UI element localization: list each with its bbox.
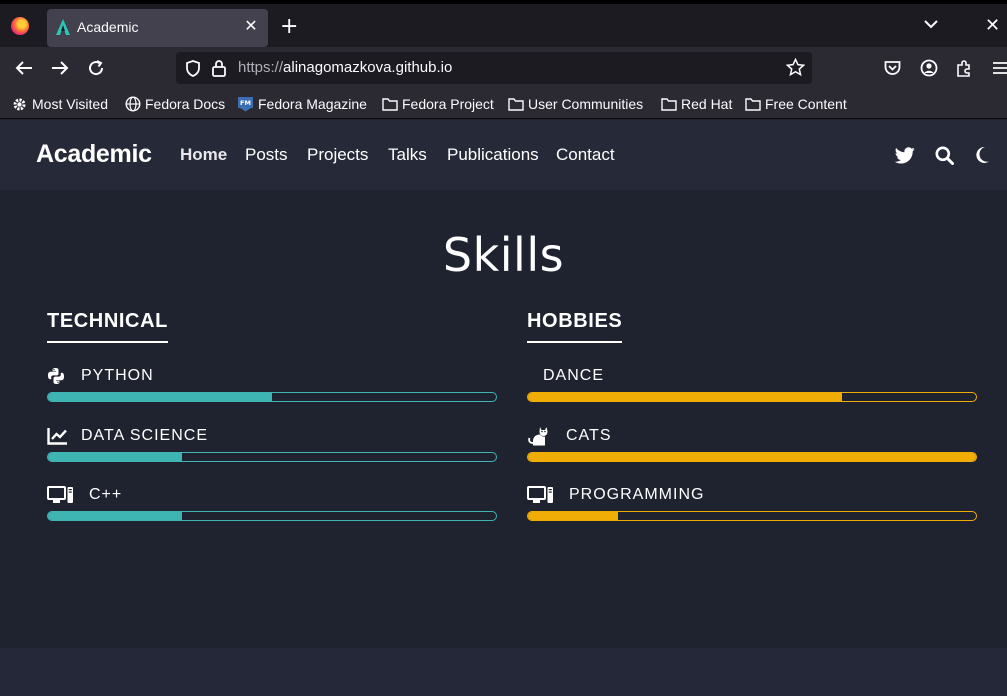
bookmark-fedora-docs[interactable]: Fedora Docs [125, 94, 225, 114]
search-icon[interactable] [933, 144, 955, 166]
bookmark-user-communities[interactable]: User Communities [508, 94, 643, 114]
close-tab-icon[interactable]: ✕ [242, 17, 260, 35]
progress-track [47, 511, 497, 521]
twitter-icon[interactable] [894, 144, 916, 166]
site-header: Academic Home Posts Projects Talks Publi… [0, 120, 1007, 190]
progress-track [527, 511, 977, 521]
nav-projects[interactable]: Projects [307, 145, 368, 165]
new-tab-icon[interactable]: + [280, 16, 298, 38]
url-text[interactable]: https://alinagomazkova.github.io [238, 59, 452, 76]
dance-icon [527, 366, 531, 386]
bookmark-most-visited[interactable]: Most Visited [11, 94, 108, 114]
cat-icon [527, 426, 551, 446]
progress-track [47, 452, 497, 462]
folder-icon [661, 98, 677, 111]
tab-academic[interactable]: Academic ✕ [47, 9, 268, 47]
bookmark-fedora-project[interactable]: Fedora Project [382, 94, 494, 114]
tab-title: Academic [77, 19, 139, 35]
url-host: alinagomazkova.github.io [283, 59, 453, 76]
url-protocol: https:// [238, 59, 284, 76]
gear-icon [13, 98, 26, 110]
bookmark-label: Fedora Project [402, 96, 494, 112]
nav-posts[interactable]: Posts [245, 145, 288, 165]
skill-python: PYTHON [47, 365, 497, 405]
skill-name: DATA SCIENCE [81, 427, 208, 444]
footer [0, 648, 1007, 696]
skill-label: PROGRAMMING [527, 484, 704, 506]
progress-fill [528, 512, 618, 520]
pocket-icon[interactable] [880, 56, 904, 80]
skill-cpp: C++ [47, 484, 497, 524]
chevron-down-icon[interactable] [924, 20, 938, 29]
progress-track [527, 392, 977, 402]
skill-label: CATS [527, 425, 611, 447]
skill-name: PYTHON [81, 367, 154, 384]
back-icon[interactable] [12, 56, 36, 80]
firefox-icon[interactable] [11, 17, 29, 35]
bookmark-free-content[interactable]: Free Content [745, 94, 847, 114]
shield-icon[interactable] [185, 60, 201, 77]
extensions-icon[interactable] [952, 56, 976, 80]
skill-name: PROGRAMMING [569, 486, 705, 503]
hobbies-heading: HOBBIES [527, 310, 623, 343]
bookmark-label: User Communities [528, 96, 644, 112]
skill-dance: DANCE [527, 365, 977, 405]
desktop-icon [527, 485, 555, 505]
skill-label: DANCE [527, 365, 604, 387]
nav-talks[interactable]: Talks [388, 145, 427, 165]
folder-icon [382, 98, 398, 111]
reload-icon[interactable] [84, 56, 108, 80]
bookmarks-toolbar: Most Visited Fedora Docs FM Fedora Magaz… [0, 89, 1007, 119]
technical-heading: TECHNICAL [47, 310, 168, 343]
nav-publications[interactable]: Publications [447, 145, 539, 165]
menu-icon[interactable] [988, 56, 1007, 80]
bookmark-label: Most Visited [32, 96, 108, 112]
bookmark-red-hat[interactable]: Red Hat [661, 94, 732, 114]
folder-icon [745, 98, 761, 111]
tab-bar: Academic ✕ + ✕ [0, 0, 1007, 47]
skill-name: DANCE [543, 367, 605, 384]
svg-text:FM: FM [240, 99, 251, 107]
navigation-toolbar: https://alinagomazkova.github.io [0, 47, 1007, 89]
progress-fill [528, 393, 842, 401]
skill-data-science: DATA SCIENCE [47, 425, 497, 465]
bookmark-star-icon[interactable] [786, 58, 805, 77]
bookmark-label: Fedora Magazine [258, 96, 367, 112]
skill-name: CATS [566, 427, 612, 444]
site-brand[interactable]: Academic [36, 140, 152, 169]
bookmark-fedora-magazine[interactable]: FM Fedora Magazine [237, 94, 367, 114]
skill-label: PYTHON [47, 365, 154, 387]
nav-contact[interactable]: Contact [556, 145, 615, 165]
skill-label: C++ [47, 484, 122, 506]
skills-section: Skills TECHNICAL HOBBIES PYTHON DATA SCI… [0, 190, 1007, 648]
progress-fill [528, 453, 976, 461]
skill-name: C++ [89, 486, 123, 503]
progress-track [527, 452, 977, 462]
moon-icon[interactable] [971, 144, 993, 166]
skill-label: DATA SCIENCE [47, 425, 208, 447]
lock-icon[interactable] [211, 59, 227, 77]
url-bar[interactable]: https://alinagomazkova.github.io [176, 52, 812, 84]
python-icon [47, 366, 69, 386]
section-title: Skills [442, 228, 565, 282]
fedora-magazine-icon: FM [238, 97, 253, 112]
progress-track [47, 392, 497, 402]
forward-icon[interactable] [48, 56, 72, 80]
chart-line-icon [47, 426, 69, 446]
progress-fill [48, 453, 183, 461]
skill-cats: CATS [527, 425, 977, 465]
bookmark-label: Fedora Docs [145, 96, 226, 112]
academic-favicon-icon [56, 19, 70, 35]
progress-fill [48, 512, 183, 520]
account-icon[interactable] [917, 56, 941, 80]
skill-programming: PROGRAMMING [527, 484, 977, 524]
desktop-icon [47, 485, 75, 505]
bookmark-label: Red Hat [681, 96, 733, 112]
bookmark-label: Free Content [765, 96, 847, 112]
progress-fill [48, 393, 272, 401]
window-close-icon[interactable]: ✕ [985, 15, 1000, 36]
nav-home[interactable]: Home [180, 145, 227, 165]
globe-icon [125, 96, 141, 112]
folder-icon [508, 98, 524, 111]
